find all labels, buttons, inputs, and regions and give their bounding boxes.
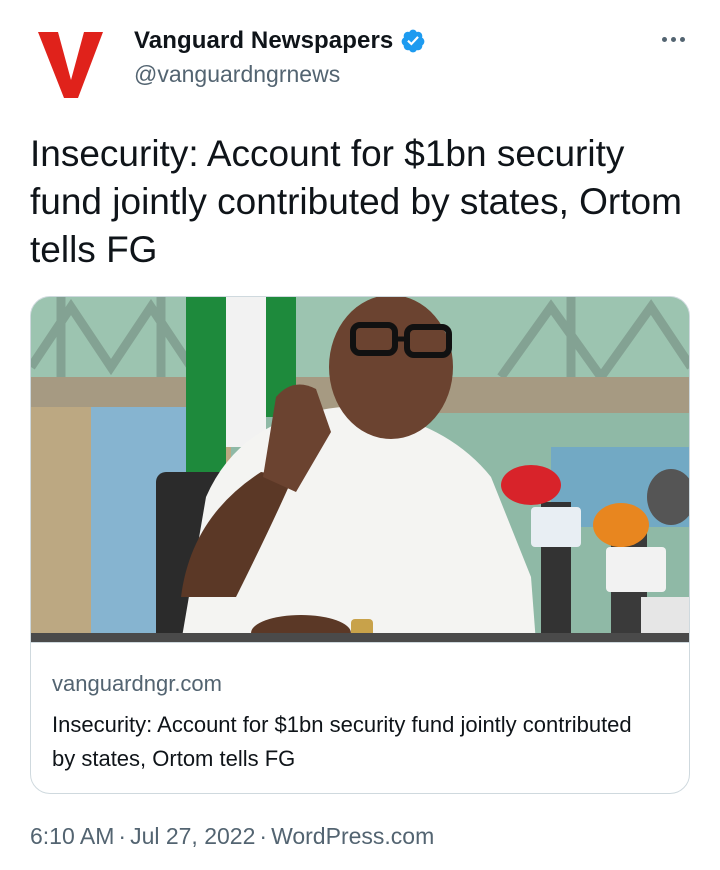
tweet-date[interactable]: Jul 27, 2022 — [130, 823, 255, 849]
vanguard-logo-icon — [38, 32, 103, 98]
author-name-row: Vanguard Newspapers — [134, 26, 426, 56]
author-display-name[interactable]: Vanguard Newspapers — [134, 27, 393, 55]
tweet-text: Insecurity: Account for $1bn security fu… — [30, 133, 682, 270]
card-domain: vanguardngr.com — [52, 671, 222, 696]
card-image[interactable] — [31, 297, 689, 643]
tweet-meta: 6:10 AM · Jul 27, 2022 · WordPress.com — [30, 823, 434, 850]
tweet-time[interactable]: 6:10 AM — [30, 823, 114, 849]
more-options-icon[interactable] — [652, 28, 694, 50]
meta-separator: · — [118, 823, 127, 849]
card-body[interactable]: vanguardngr.com Insecurity: Account for … — [31, 644, 689, 793]
card-title: Insecurity: Account for $1bn security fu… — [52, 712, 632, 771]
meta-separator: · — [259, 823, 268, 849]
more-dot — [679, 36, 685, 42]
more-dot — [670, 36, 676, 42]
verified-badge-icon — [400, 28, 426, 54]
avatar[interactable] — [30, 22, 112, 104]
more-dot — [661, 36, 667, 42]
author-handle[interactable]: @vanguardngrnews — [134, 61, 340, 88]
tweet-header: Vanguard Newspapers @vanguardngrnews — [0, 0, 720, 118]
tweet-source[interactable]: WordPress.com — [271, 823, 434, 849]
news-photo-icon — [31, 297, 689, 642]
link-preview-card[interactable]: vanguardngr.com Insecurity: Account for … — [30, 296, 690, 794]
